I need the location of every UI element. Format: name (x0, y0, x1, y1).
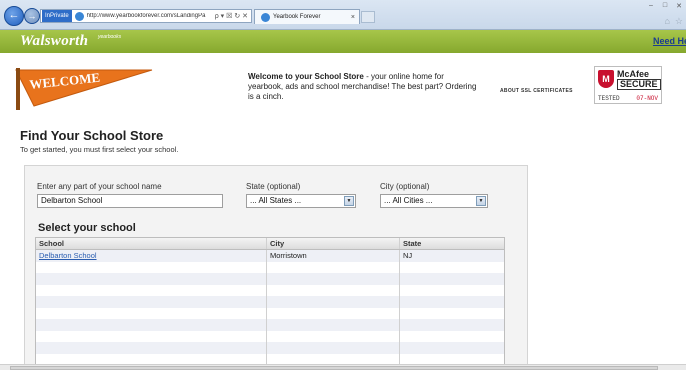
inprivate-badge: InPrivate (42, 10, 72, 22)
column-header-city[interactable]: City (267, 238, 400, 249)
city-select-value: ... All Cities ... (384, 196, 433, 205)
chevron-down-icon[interactable]: ▼ (476, 196, 486, 206)
table-row-empty (36, 342, 504, 354)
table-cell-state: NJ (403, 251, 413, 260)
scrollbar-thumb[interactable] (10, 366, 658, 370)
mcafee-shield-icon: M (598, 70, 614, 88)
address-bar[interactable]: InPrivate http://www.yearbookforever.com… (40, 9, 252, 23)
column-header-school[interactable]: School (36, 238, 267, 249)
state-label: State (optional) (246, 182, 301, 191)
address-tools-icons[interactable]: ρ ▾ ☒ ↻ ✕ (212, 12, 251, 20)
browser-chrome: ← → InPrivate http://www.yearbookforever… (0, 0, 686, 30)
ie-page-icon (74, 11, 84, 21)
close-window-icon[interactable]: ✕ (674, 2, 684, 10)
school-name-input[interactable]: Delbarton School (37, 194, 223, 208)
welcome-intro-bold: Welcome to your School Store (248, 72, 364, 81)
back-button[interactable]: ← (4, 6, 24, 26)
table-row-empty (36, 330, 504, 342)
table-row-empty (36, 273, 504, 285)
mcafee-secure-badge[interactable]: M McAfee SECURE TESTED 07-NOV (594, 66, 662, 104)
horizontal-scrollbar[interactable] (0, 364, 686, 370)
table-row-empty (36, 319, 504, 331)
city-select[interactable]: ... All Cities ... ▼ (380, 194, 488, 208)
walsworth-logo[interactable]: Walsworth (20, 33, 88, 50)
school-name-label: Enter any part of your school name (37, 182, 162, 191)
school-results-table: School City State Delbarton School Morri… (35, 237, 505, 370)
table-header: School City State (36, 238, 504, 250)
maximize-icon[interactable]: □ (660, 2, 670, 10)
home-icon[interactable]: ⌂ (664, 16, 669, 27)
forward-arrow-icon: → (27, 11, 37, 21)
minimize-icon[interactable]: – (646, 2, 656, 10)
school-link[interactable]: Delbarton School (39, 251, 97, 260)
back-arrow-icon: ← (8, 9, 20, 21)
page-title: Find Your School Store (20, 128, 164, 143)
table-cell-city: Morristown (267, 250, 400, 262)
mcafee-tested-label: TESTED (598, 95, 620, 102)
mcafee-name: McAfee (617, 69, 650, 79)
favorites-star-icon[interactable]: ☆ (675, 16, 683, 27)
table-row-empty (36, 284, 504, 296)
tab-title: Yearbook Forever (273, 14, 321, 20)
table-body: Delbarton School Morristown NJ (36, 250, 504, 365)
state-select-value: ... All States ... (250, 196, 302, 205)
window-controls: – □ ✕ (646, 2, 684, 10)
page-subtitle: To get started, you must first select yo… (20, 145, 179, 154)
table-row-empty (36, 261, 504, 273)
toolbar-icons: ⌂ ☆ (664, 16, 683, 27)
state-select[interactable]: ... All States ... ▼ (246, 194, 356, 208)
mcafee-date: 07-NOV (636, 95, 658, 102)
welcome-pennant: WELCOME (15, 68, 153, 110)
site-header: Walsworth yearbooks Need He (0, 30, 686, 53)
chevron-down-icon[interactable]: ▼ (344, 196, 354, 206)
forward-button[interactable]: → (24, 8, 40, 24)
new-tab-button[interactable] (361, 11, 375, 23)
address-url[interactable]: http://www.yearbookforever.com/sLandingP… (87, 13, 212, 19)
welcome-intro: Welcome to your School Store - your onli… (248, 72, 478, 102)
need-help-link[interactable]: Need He (653, 36, 686, 46)
column-header-state[interactable]: State (400, 238, 504, 249)
tab-close-icon[interactable]: × (347, 14, 359, 21)
pennant-stick (16, 68, 20, 110)
table-row-empty (36, 307, 504, 319)
mcafee-secure-label: SECURE (617, 79, 661, 90)
browser-tab[interactable]: Yearbook Forever × (254, 9, 360, 24)
city-label: City (optional) (380, 182, 430, 191)
ssl-certificates-link[interactable]: ABOUT SSL CERTIFICATES (500, 88, 573, 94)
table-row[interactable]: Delbarton School Morristown NJ (36, 250, 504, 262)
tab-favicon-icon (261, 12, 270, 22)
table-row-empty (36, 296, 504, 308)
results-title: Select your school (38, 222, 136, 234)
logo-subtitle: yearbooks (98, 34, 122, 40)
